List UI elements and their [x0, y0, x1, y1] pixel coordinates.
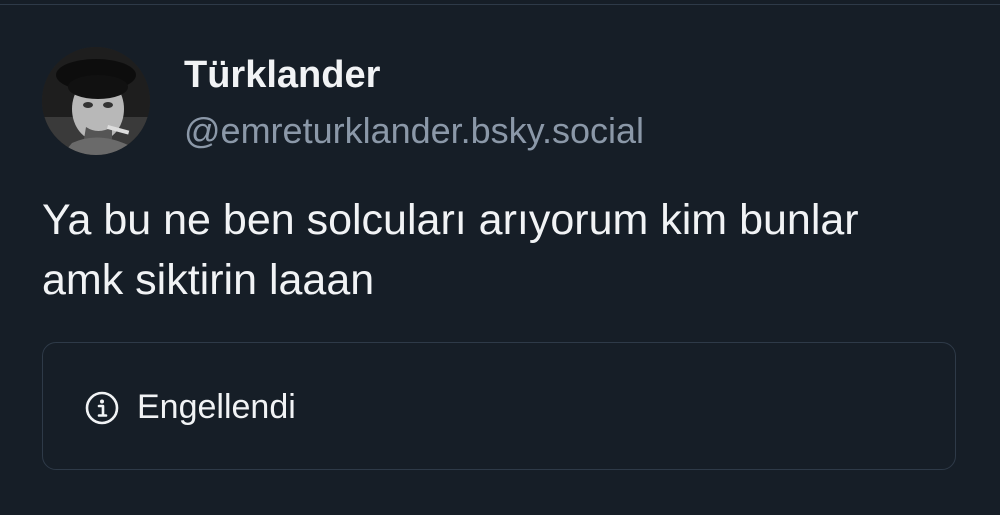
author-handle[interactable]: @emreturklander.bsky.social [184, 108, 644, 154]
blocked-embed-card[interactable]: Engellendi [42, 342, 956, 470]
post[interactable]: Türklander @emreturklander.bsky.social Y… [0, 0, 1000, 515]
avatar-image [42, 47, 150, 155]
info-icon [85, 391, 119, 425]
blocked-label: Engellendi [137, 388, 296, 426]
avatar[interactable] [42, 47, 150, 155]
post-text: Ya bu ne ben solcuları arıyorum kim bunl… [42, 196, 859, 304]
author-display-name[interactable]: Türklander [184, 52, 380, 98]
